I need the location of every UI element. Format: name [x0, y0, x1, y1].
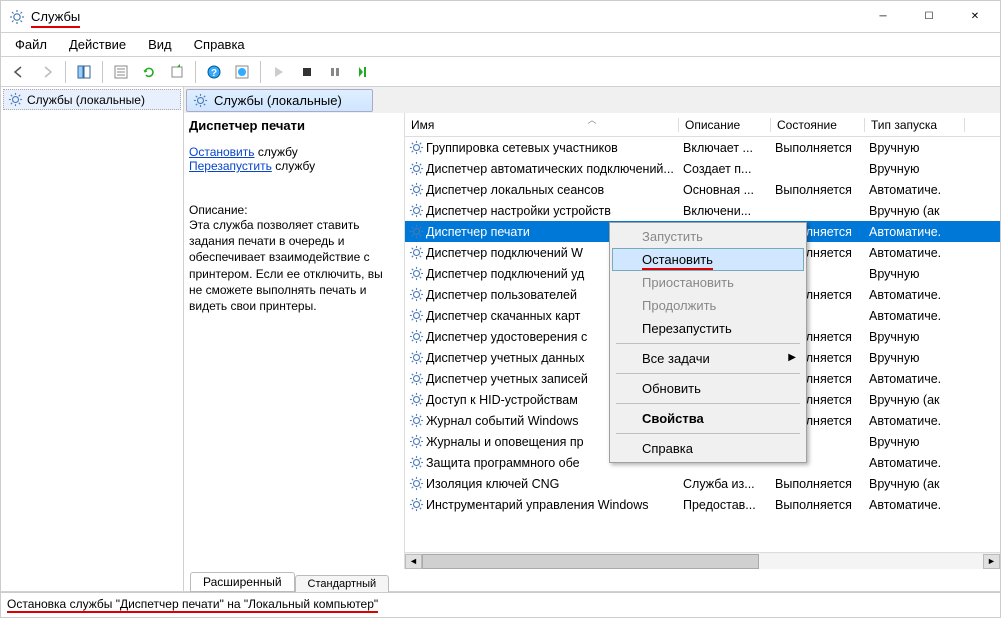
restart-service-link[interactable]: Перезапустить: [189, 159, 272, 173]
help-button[interactable]: ?: [202, 60, 226, 84]
ctx-pause: Приостановить: [612, 271, 804, 294]
ctx-restart[interactable]: Перезапустить: [612, 317, 804, 340]
menu-view[interactable]: Вид: [144, 35, 176, 54]
main-pane: Службы (локальные) Диспетчер печати Оста…: [184, 87, 1000, 591]
ctx-stop[interactable]: Остановить: [612, 248, 804, 271]
show-hide-button[interactable]: [72, 60, 96, 84]
detail-title: Диспетчер печати: [189, 118, 394, 133]
ctx-all-tasks[interactable]: Все задачи▶: [612, 347, 804, 370]
stop-service-button[interactable]: [295, 60, 319, 84]
ctx-help[interactable]: Справка: [612, 437, 804, 460]
col-state[interactable]: Состояние: [771, 118, 865, 132]
detail-restart-line: Перезапустить службу: [189, 159, 394, 173]
help2-button[interactable]: [230, 60, 254, 84]
app-gear-icon: [9, 9, 25, 25]
menu-help[interactable]: Справка: [190, 35, 249, 54]
detail-stop-line: Остановить службу: [189, 145, 394, 159]
ctx-resume: Продолжить: [612, 294, 804, 317]
detail-desc-label: Описание:: [189, 203, 394, 217]
detail-pane: Диспетчер печати Остановить службу Перез…: [184, 113, 404, 569]
close-button[interactable]: ✕: [952, 2, 998, 32]
stop-service-link[interactable]: Остановить: [189, 145, 255, 159]
table-row[interactable]: Инструментарий управления WindowsПредост…: [405, 494, 1000, 515]
window-title: Службы: [31, 9, 80, 24]
tree-pane: Службы (локальные): [1, 87, 184, 591]
chevron-up-icon[interactable]: ︿: [587, 113, 596, 126]
table-row[interactable]: Диспетчер настройки устройствВключени...…: [405, 200, 1000, 221]
table-row[interactable]: Изоляция ключей CNGСлужба из...Выполняет…: [405, 473, 1000, 494]
col-desc[interactable]: Описание: [679, 118, 771, 132]
tree-item-local-services[interactable]: Службы (локальные): [3, 89, 181, 110]
menu-action[interactable]: Действие: [65, 35, 130, 54]
annotation-underline: [31, 26, 80, 28]
properties-button[interactable]: [109, 60, 133, 84]
ctx-start: Запустить: [612, 225, 804, 248]
export-button[interactable]: [165, 60, 189, 84]
table-header: Имя Описание Состояние Тип запуска: [405, 113, 1000, 137]
table-row[interactable]: Диспетчер локальных сеансовОсновная ...В…: [405, 179, 1000, 200]
back-button[interactable]: [7, 60, 31, 84]
title-bar: Службы ─ ☐ ✕: [1, 1, 1000, 33]
pause-service-button[interactable]: [323, 60, 347, 84]
minimize-button[interactable]: ─: [860, 2, 906, 32]
ctx-refresh[interactable]: Обновить: [612, 377, 804, 400]
maximize-button[interactable]: ☐: [906, 2, 952, 32]
header-tab-strip: Службы (локальные): [184, 87, 1000, 113]
status-bar: Остановка службы "Диспетчер печати" на "…: [1, 592, 1000, 614]
table-row[interactable]: Диспетчер автоматических подключений...С…: [405, 158, 1000, 179]
context-menu: Запустить Остановить Приостановить Продо…: [609, 222, 807, 463]
status-text: Остановка службы "Диспетчер печати" на "…: [7, 597, 378, 611]
menu-file[interactable]: Файл: [11, 35, 51, 54]
menu-bar: Файл Действие Вид Справка: [1, 33, 1000, 57]
table-row[interactable]: Группировка сетевых участниковВключает .…: [405, 137, 1000, 158]
tab-standard[interactable]: Стандартный: [295, 575, 390, 593]
refresh-button[interactable]: [137, 60, 161, 84]
col-start[interactable]: Тип запуска: [865, 118, 965, 132]
ctx-properties[interactable]: Свойства: [612, 407, 804, 430]
svg-text:?: ?: [211, 68, 217, 79]
col-name[interactable]: Имя: [405, 118, 679, 132]
tab-extended[interactable]: Расширенный: [190, 572, 295, 592]
start-service-button[interactable]: [267, 60, 291, 84]
toolbar: ?: [1, 57, 1000, 87]
detail-desc: Эта служба позволяет ставить задания печ…: [189, 217, 394, 314]
header-tab[interactable]: Службы (локальные): [186, 89, 373, 112]
horizontal-scrollbar[interactable]: ◄►: [405, 552, 1000, 569]
restart-service-button[interactable]: [351, 60, 375, 84]
tabs-bottom: Расширенный Стандартный: [184, 569, 1000, 591]
forward-button[interactable]: [35, 60, 59, 84]
